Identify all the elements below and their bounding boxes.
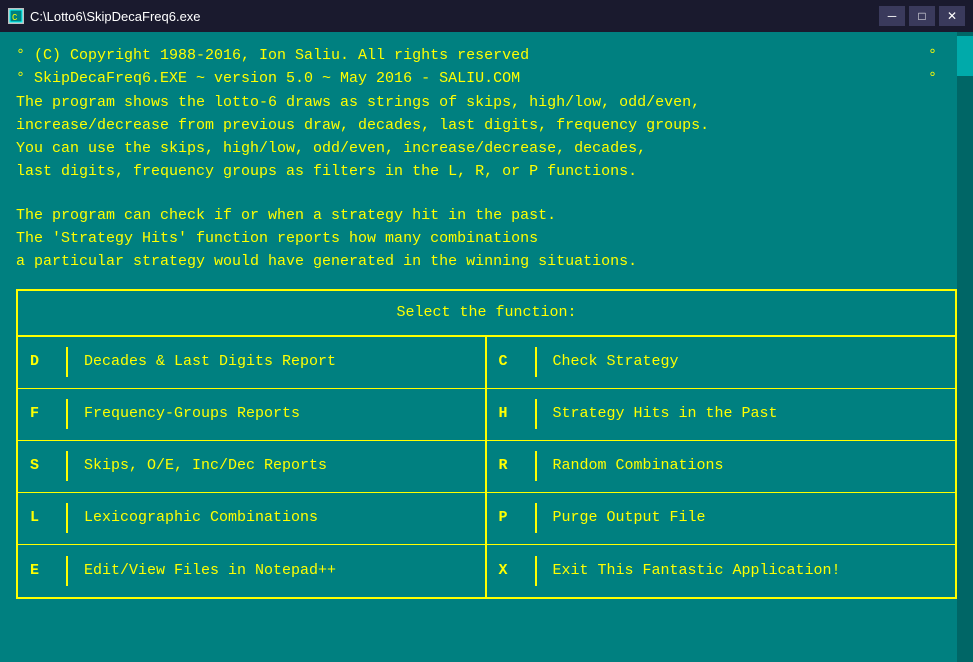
divider	[535, 451, 537, 481]
title-bar-left: C C:\Lotto6\SkipDecaFreq6.exe	[8, 8, 201, 24]
menu-key-S: S	[30, 454, 50, 477]
info-line-5: You can use the skips, high/low, odd/eve…	[16, 137, 957, 160]
info-line-2: ° SkipDecaFreq6.EXE ~ version 5.0 ~ May …	[16, 67, 957, 90]
menu-item-R[interactable]: R Random Combinations	[487, 441, 956, 493]
menu-header: Select the function:	[18, 291, 955, 336]
divider	[535, 556, 537, 586]
menu-label-S: Skips, O/E, Inc/Dec Reports	[84, 454, 327, 477]
menu-item-E[interactable]: E Edit/View Files in Notepad++	[18, 545, 487, 597]
info-line-3: The program shows the lotto-6 draws as s…	[16, 91, 957, 114]
menu-section: Select the function: D Decades & Last Di…	[16, 289, 957, 598]
maximize-button[interactable]: □	[909, 6, 935, 26]
menu-item-F[interactable]: F Frequency-Groups Reports	[18, 389, 487, 441]
menu-label-D: Decades & Last Digits Report	[84, 350, 336, 373]
svg-text:C: C	[12, 13, 18, 23]
divider	[66, 451, 68, 481]
menu-key-C: C	[499, 350, 519, 373]
menu-item-P[interactable]: P Purge Output File	[487, 493, 956, 545]
menu-label-P: Purge Output File	[553, 506, 706, 529]
close-button[interactable]: ✕	[939, 6, 965, 26]
menu-key-R: R	[499, 454, 519, 477]
title-bar-controls: ─ □ ✕	[879, 6, 965, 26]
menu-key-X: X	[499, 559, 519, 582]
menu-item-X[interactable]: X Exit This Fantastic Application!	[487, 545, 956, 597]
menu-key-P: P	[499, 506, 519, 529]
menu-label-R: Random Combinations	[553, 454, 724, 477]
menu-label-E: Edit/View Files in Notepad++	[84, 559, 336, 582]
menu-key-E: E	[30, 559, 50, 582]
menu-label-L: Lexicographic Combinations	[84, 506, 318, 529]
scrollbar[interactable]	[957, 32, 973, 662]
menu-item-H[interactable]: H Strategy Hits in the Past	[487, 389, 956, 441]
info-line-4: increase/decrease from previous draw, de…	[16, 114, 957, 137]
menu-label-F: Frequency-Groups Reports	[84, 402, 300, 425]
divider	[66, 399, 68, 429]
main-content: ° (C) Copyright 1988-2016, Ion Saliu. Al…	[0, 32, 973, 611]
menu-item-S[interactable]: S Skips, O/E, Inc/Dec Reports	[18, 441, 487, 493]
info-line-6: last digits, frequency groups as filters…	[16, 160, 957, 183]
title-bar-path: C:\Lotto6\SkipDecaFreq6.exe	[30, 9, 201, 24]
menu-key-L: L	[30, 506, 50, 529]
info-line-7	[16, 184, 957, 204]
menu-item-L[interactable]: L Lexicographic Combinations	[18, 493, 487, 545]
scrollbar-thumb[interactable]	[957, 36, 973, 76]
divider	[66, 556, 68, 586]
info-line-8: The program can check if or when a strat…	[16, 204, 957, 227]
app-icon: C	[8, 8, 24, 24]
info-line-9: The 'Strategy Hits' function reports how…	[16, 227, 957, 250]
menu-label-C: Check Strategy	[553, 350, 679, 373]
divider	[535, 399, 537, 429]
divider	[535, 347, 537, 377]
title-bar: C C:\Lotto6\SkipDecaFreq6.exe ─ □ ✕	[0, 0, 973, 32]
menu-label-H: Strategy Hits in the Past	[553, 402, 778, 425]
menu-label-X: Exit This Fantastic Application!	[553, 559, 841, 582]
minimize-button[interactable]: ─	[879, 6, 905, 26]
divider	[535, 503, 537, 533]
menu-key-H: H	[499, 402, 519, 425]
menu-key-D: D	[30, 350, 50, 373]
divider	[66, 503, 68, 533]
menu-item-D[interactable]: D Decades & Last Digits Report	[18, 337, 487, 389]
info-line-10: a particular strategy would have generat…	[16, 250, 957, 273]
menu-item-C[interactable]: C Check Strategy	[487, 337, 956, 389]
menu-key-F: F	[30, 402, 50, 425]
divider	[66, 347, 68, 377]
menu-grid: D Decades & Last Digits Report C Check S…	[18, 337, 955, 597]
info-line-1: ° (C) Copyright 1988-2016, Ion Saliu. Al…	[16, 44, 957, 67]
